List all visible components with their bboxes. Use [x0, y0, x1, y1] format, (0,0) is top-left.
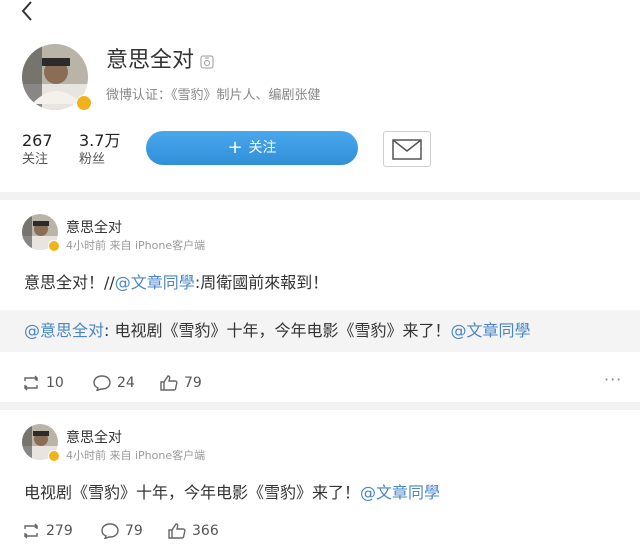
- comment-icon: [101, 523, 119, 540]
- post-text: 电视剧《雪豹》十年，今年电影《雪豹》来了！@文章同學: [24, 481, 440, 505]
- comment-button[interactable]: 79: [101, 521, 143, 541]
- post-meta: 4小时前 来自 iPhone客户端: [66, 239, 206, 252]
- mention-link[interactable]: @文章同學: [115, 273, 195, 292]
- post-text-body: 电视剧《雪豹》十年，今年电影《雪豹》来了！: [24, 483, 361, 502]
- comment-count: 24: [117, 375, 135, 391]
- post-text: 意思全对！//@文章同學:周衛國前來報到！: [24, 271, 328, 295]
- post-author[interactable]: 意思全对: [66, 429, 122, 447]
- repost-button[interactable]: 10: [22, 373, 64, 393]
- like-button[interactable]: 79: [160, 373, 202, 393]
- repost-icon: [24, 523, 38, 539]
- like-button[interactable]: 366: [168, 521, 219, 541]
- like-count: 79: [184, 375, 202, 391]
- repost-count: 10: [46, 375, 64, 391]
- like-icon: [160, 375, 178, 391]
- comment-button[interactable]: 24: [93, 373, 135, 393]
- repost-trailing-mention[interactable]: @文章同學: [451, 321, 531, 340]
- more-icon[interactable]: ···: [604, 370, 622, 389]
- followers-stat[interactable]: 3.7万 粉丝: [79, 131, 120, 169]
- following-label: 关注: [22, 152, 49, 167]
- following-count: 267: [22, 131, 53, 150]
- section-divider: [0, 192, 640, 200]
- follow-button[interactable]: + 关注: [146, 131, 358, 165]
- verified-badge-icon: [76, 95, 92, 111]
- message-button[interactable]: [383, 131, 431, 167]
- mention-link[interactable]: @文章同學: [360, 483, 440, 502]
- comment-icon: [93, 375, 111, 392]
- verified-badge-icon: [48, 240, 60, 252]
- level-icon: [200, 54, 214, 69]
- like-icon: [168, 523, 186, 539]
- back-button[interactable]: [16, 0, 40, 24]
- profile-name: 意思全对: [106, 48, 195, 73]
- repost-author-mention[interactable]: @意思全对: [24, 321, 104, 340]
- post-author[interactable]: 意思全对: [66, 219, 122, 237]
- comment-count: 79: [125, 523, 143, 539]
- follow-button-label: 关注: [248, 140, 277, 156]
- post-text-prefix: 意思全对！//: [24, 273, 115, 292]
- repost-count: 279: [46, 523, 73, 539]
- section-divider: [0, 402, 640, 410]
- post-meta: 4小时前 来自 iPhone客户端: [66, 449, 206, 462]
- followers-count: 3.7万: [79, 131, 121, 150]
- followers-label: 粉丝: [79, 152, 106, 167]
- repost-body: : 电视剧《雪豹》十年，今年电影《雪豹》来了！: [104, 321, 451, 340]
- back-arrow-icon: [21, 1, 32, 21]
- repost-icon: [24, 375, 38, 391]
- repost-text: @意思全对: 电视剧《雪豹》十年，今年电影《雪豹》来了！@文章同學: [24, 319, 531, 343]
- like-count: 366: [192, 523, 219, 539]
- following-stat[interactable]: 267 关注: [22, 131, 53, 169]
- plus-icon: +: [227, 137, 243, 158]
- mail-icon: [392, 139, 422, 160]
- verification-text: 微博认证：《雪豹》制片人、编剧张健: [106, 88, 321, 103]
- post-text-suffix: :周衛國前來報到！: [194, 273, 329, 292]
- repost-button[interactable]: 279: [22, 521, 73, 541]
- verified-badge-icon: [48, 450, 60, 462]
